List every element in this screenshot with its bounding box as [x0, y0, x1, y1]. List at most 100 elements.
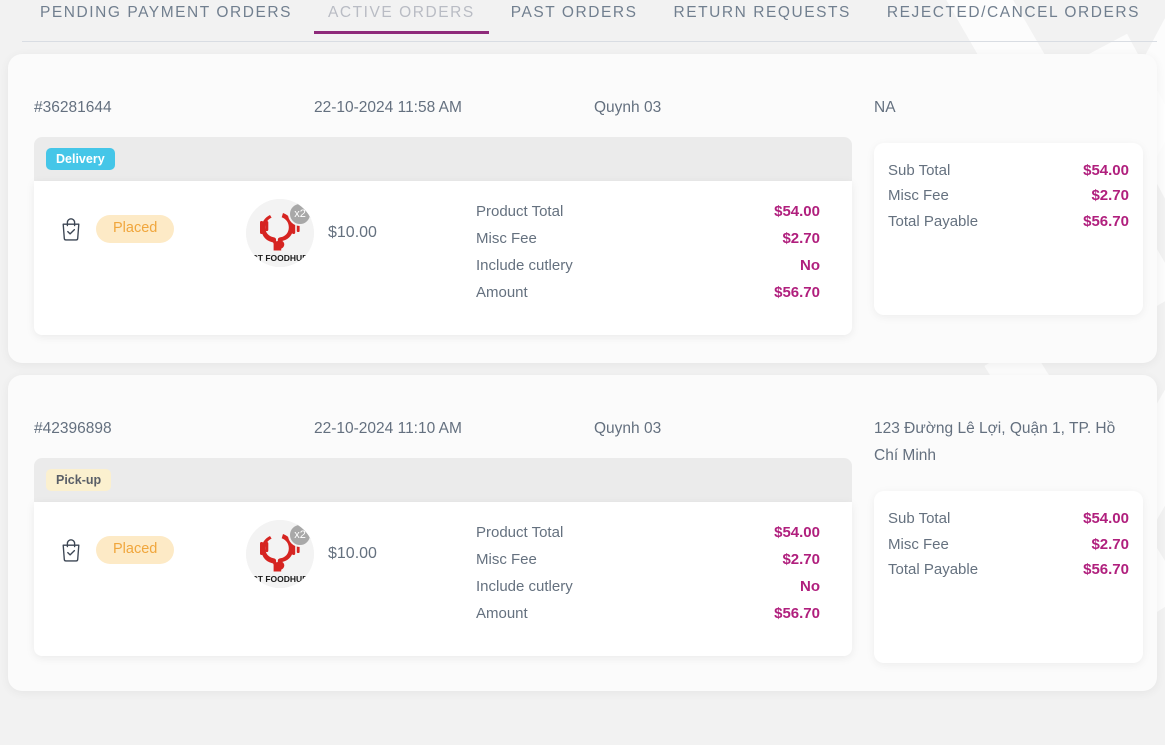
summary-line: Misc Fee $2.70 — [888, 186, 1129, 211]
product-price-breakdown: Product Total $54.00 Misc Fee $2.70 Include … — [476, 520, 852, 630]
shopping-bag-check-icon — [60, 538, 82, 562]
price-line: Amount $56.70 — [476, 282, 820, 309]
price-line-key: Misc Fee — [476, 230, 537, 248]
price-line-value: $2.70 — [782, 551, 820, 569]
price-line: Amount $56.70 — [476, 603, 820, 630]
price-line-key: Amount — [476, 605, 528, 623]
order-status-column: Placed — [34, 199, 246, 243]
order-card-side: NA Sub Total $54.00 Misc Fee $2.70 Total Pay… — [874, 74, 1157, 335]
product-unit-price: $10.00 — [328, 545, 377, 563]
order-card-side: 123 Đường Lê Lợi, Quận 1, TP. Hồ Chí Min… — [874, 395, 1157, 664]
order-tabs: PENDING PAYMENT ORDERS ACTIVE ORDERS PAST … — [0, 0, 1165, 42]
product-thumbnail-column: CT FOODHUB x2 $10.00 — [246, 199, 476, 268]
price-line: Product Total $54.00 — [476, 201, 820, 228]
fulfillment-type-band: Pick-up — [34, 458, 852, 503]
tab-pending-payment-orders[interactable]: PENDING PAYMENT ORDERS — [22, 0, 310, 34]
summary-line: Misc Fee $2.70 — [888, 535, 1129, 560]
product-image[interactable]: CT FOODHUB x2 — [246, 199, 314, 268]
address-value: 123 Đường Lê Lợi, Quận 1, TP. Hồ Chí Min… — [874, 420, 1116, 465]
summary-line-value: $56.70 — [1083, 560, 1129, 578]
price-line-value: $2.70 — [782, 230, 820, 248]
price-line-value: $54.00 — [774, 524, 820, 542]
orders-page: PENDING PAYMENT ORDERS ACTIVE ORDERS PAST … — [0, 0, 1165, 692]
date-time-value: 22-10-2024 11:10 AM — [314, 420, 462, 438]
price-line-value: No — [800, 578, 820, 596]
fulfillment-type-badge: Pick-up — [46, 469, 112, 492]
product-price-breakdown: Product Total $54.00 Misc Fee $2.70 Include … — [476, 199, 852, 309]
order-card-main: #36281644 22-10-2024 11:58 AM Quynh 03 D… — [8, 74, 874, 336]
order-status-row: Placed — [60, 536, 246, 564]
product-unit-price: $10.00 — [328, 224, 377, 242]
summary-line-value: $54.00 — [1083, 510, 1129, 528]
price-line: Include cutlery No — [476, 576, 820, 603]
order-meta-row: #36281644 22-10-2024 11:58 AM Quynh 03 — [8, 74, 874, 121]
price-line-value: $54.00 — [774, 203, 820, 221]
date-time-column: 22-10-2024 11:58 AM — [314, 80, 594, 121]
order-card[interactable]: #36281644 22-10-2024 11:58 AM Quynh 03 D… — [8, 54, 1157, 364]
tab-rejected-cancel-orders[interactable]: REJECTED/CANCEL ORDERS — [869, 0, 1158, 34]
summary-line-value: $54.00 — [1083, 162, 1129, 180]
order-number-column: #36281644 — [34, 80, 314, 121]
product-logo-text: CT FOODHUB — [252, 574, 309, 584]
summary-line-value: $56.70 — [1083, 212, 1129, 230]
order-number-value: #42396898 — [34, 420, 112, 438]
summary-line-key: Total Payable — [888, 212, 979, 230]
summary-line-key: Sub Total — [888, 162, 951, 180]
order-status-badge: Placed — [96, 215, 175, 243]
price-line-value: No — [800, 257, 820, 275]
order-meta-row: #42396898 22-10-2024 11:10 AM Quynh 03 — [8, 395, 874, 442]
vendor-name-value: Quynh 03 — [594, 99, 662, 116]
order-status-badge: Placed — [96, 536, 175, 564]
product-logo-text: CT FOODHUB — [252, 253, 309, 263]
order-number-value: #36281644 — [34, 99, 112, 116]
product-quantity-badge: x2 — [288, 202, 312, 227]
summary-line-key: Misc Fee — [888, 187, 949, 205]
product-thumbnail-column: CT FOODHUB x2 $10.00 — [246, 520, 476, 589]
price-line: Include cutlery No — [476, 255, 820, 282]
order-status-column: Placed — [34, 520, 246, 564]
summary-line: Total Payable $56.70 — [888, 212, 1129, 237]
order-card-main: #42396898 22-10-2024 11:10 AM Quynh 03 P… — [8, 395, 874, 663]
price-line-key: Product Total — [476, 524, 564, 542]
summary-line-value: $2.70 — [1091, 187, 1129, 205]
summary-line-key: Total Payable — [888, 560, 979, 578]
product-image[interactable]: CT FOODHUB x2 — [246, 520, 314, 589]
orders-list: #36281644 22-10-2024 11:58 AM Quynh 03 D… — [0, 54, 1165, 692]
vendor-name-column: Quynh 03 — [594, 401, 874, 442]
summary-line-key: Misc Fee — [888, 535, 949, 553]
product-panel: Placed CT FOODHUB x2 $10.00 Product Tota… — [34, 502, 852, 657]
order-summary-box: Sub Total $54.00 Misc Fee $2.70 Total Payabl… — [874, 491, 1143, 664]
vendor-name-value: Quynh 03 — [594, 420, 662, 438]
price-line: Product Total $54.00 — [476, 522, 820, 549]
order-card[interactable]: #42396898 22-10-2024 11:10 AM Quynh 03 P… — [8, 375, 1157, 692]
tab-return-requests[interactable]: RETURN REQUESTS — [656, 0, 869, 34]
price-line: Misc Fee $2.70 — [476, 228, 820, 255]
summary-line: Sub Total $54.00 — [888, 509, 1129, 534]
tab-past-orders[interactable]: PAST ORDERS — [493, 0, 656, 34]
price-line-key: Amount — [476, 284, 528, 302]
shopping-bag-check-icon — [60, 217, 82, 241]
price-line-value: $56.70 — [774, 284, 820, 302]
order-number-column: #42396898 — [34, 401, 314, 442]
vendor-name-column: Quynh 03 — [594, 80, 874, 121]
order-status-row: Placed — [60, 215, 246, 243]
fulfillment-type-badge: Delivery — [46, 147, 115, 171]
price-line-key: Include cutlery — [476, 578, 573, 596]
price-line-value: $56.70 — [774, 605, 820, 623]
tab-active-orders[interactable]: ACTIVE ORDERS — [310, 0, 493, 34]
price-line-key: Product Total — [476, 203, 564, 221]
address-value: NA — [874, 99, 896, 116]
summary-line-value: $2.70 — [1091, 535, 1129, 553]
address-block: NA — [874, 74, 1143, 121]
address-block: 123 Đường Lê Lợi, Quận 1, TP. Hồ Chí Min… — [874, 395, 1143, 469]
price-line-key: Misc Fee — [476, 551, 537, 569]
date-time-column: 22-10-2024 11:10 AM — [314, 401, 594, 442]
summary-line-key: Sub Total — [888, 510, 951, 528]
fulfillment-type-band: Delivery — [34, 137, 852, 182]
price-line: Misc Fee $2.70 — [476, 549, 820, 576]
price-line-key: Include cutlery — [476, 257, 573, 275]
order-summary-box: Sub Total $54.00 Misc Fee $2.70 Total Payabl… — [874, 143, 1143, 316]
date-time-value: 22-10-2024 11:58 AM — [314, 99, 462, 116]
summary-line: Sub Total $54.00 — [888, 161, 1129, 186]
summary-line: Total Payable $56.70 — [888, 560, 1129, 585]
